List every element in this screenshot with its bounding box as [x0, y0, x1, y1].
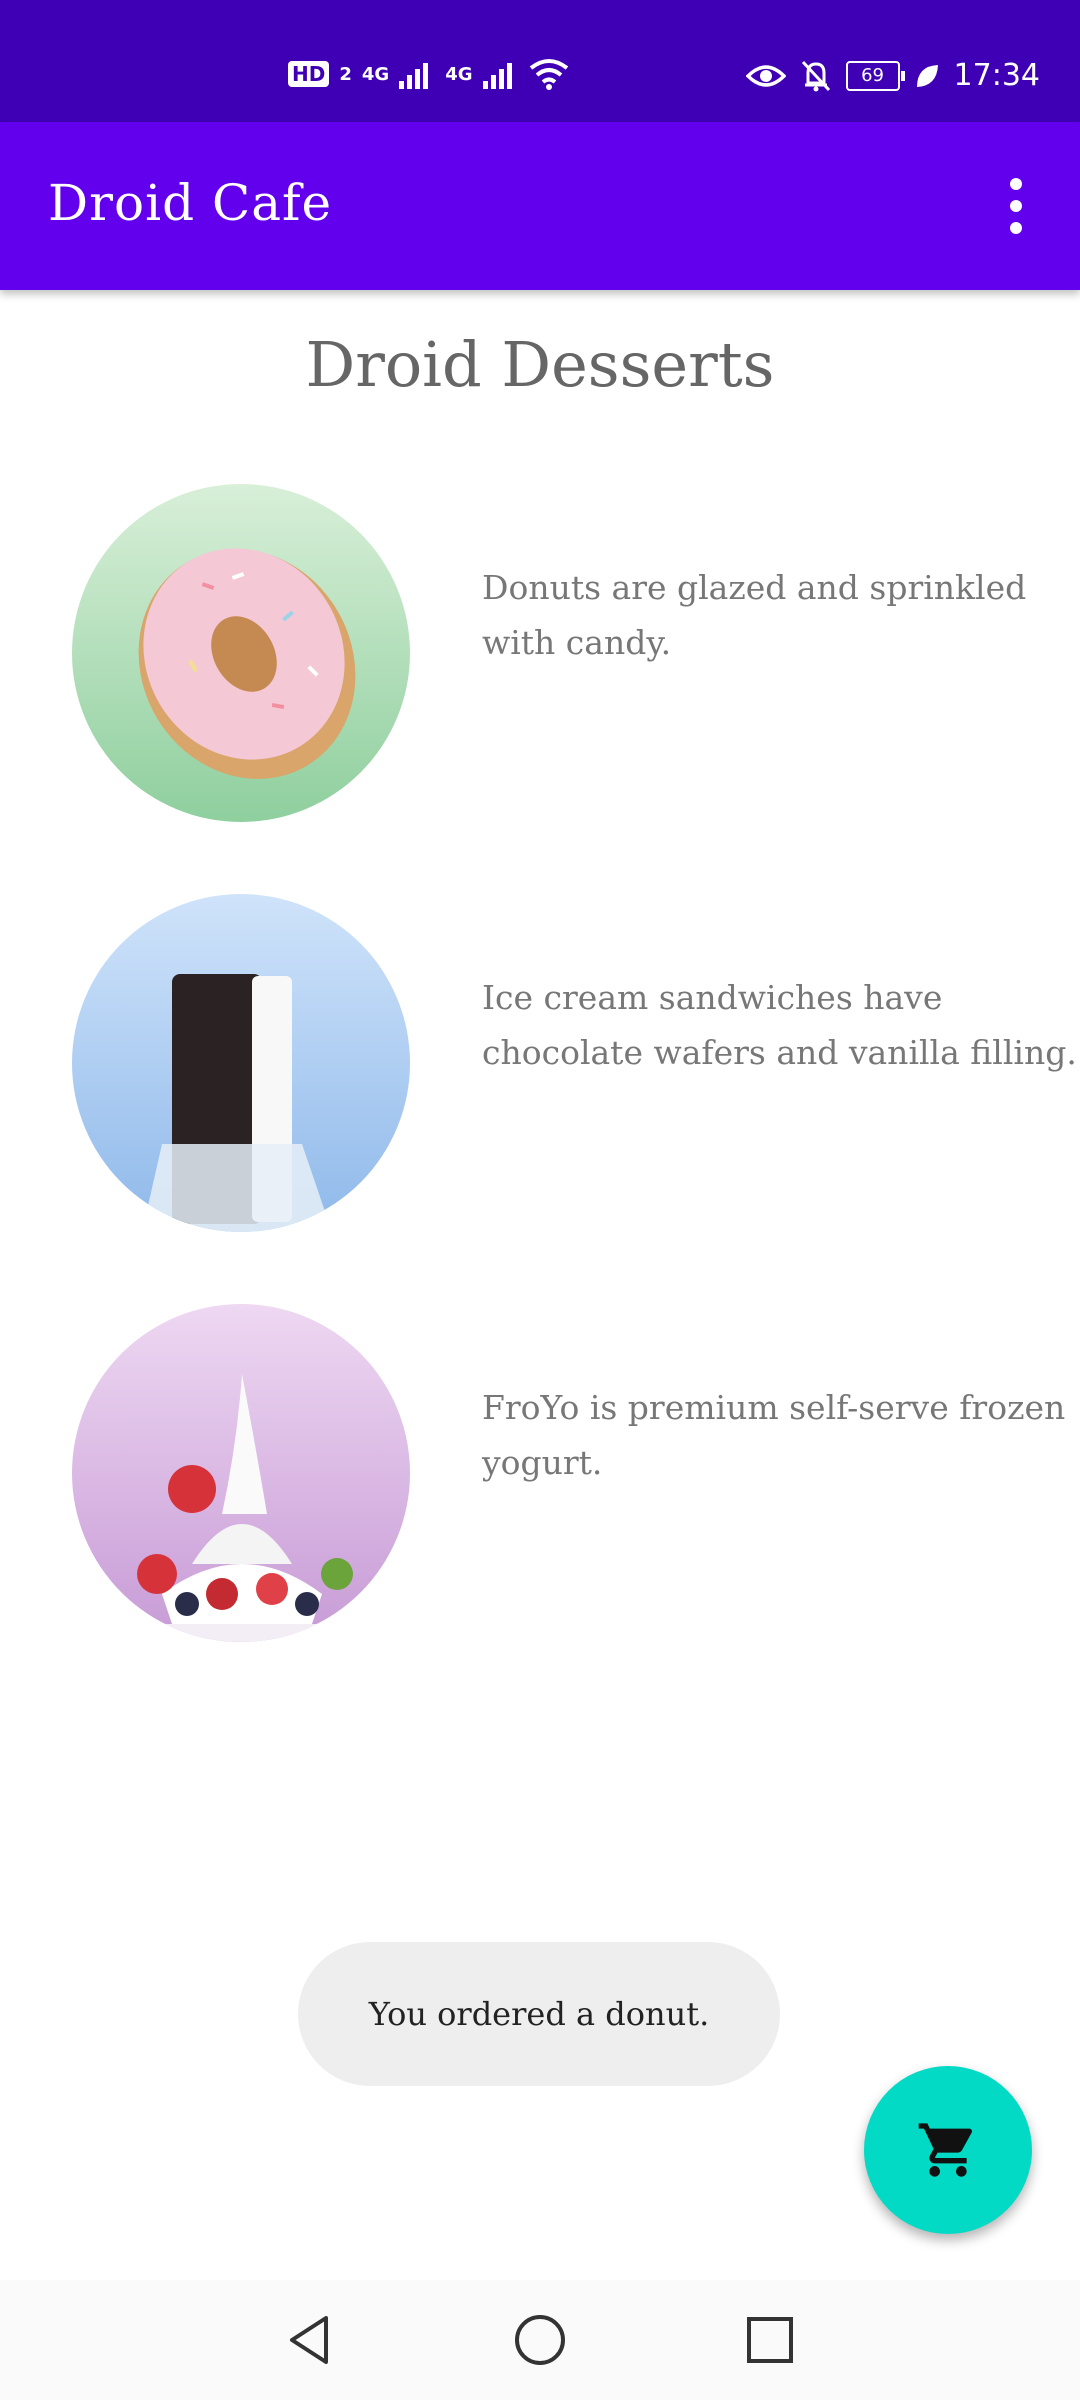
status-bar: HD 2 4G 4G 69 17:34: [0, 0, 1080, 122]
status-left: HD 2 4G 4G: [288, 58, 569, 90]
navigation-bar: [0, 2280, 1080, 2400]
app-bar: Droid Cafe: [0, 122, 1080, 290]
leaf-icon: [916, 64, 938, 87]
back-icon[interactable]: [280, 2310, 340, 2370]
ice-cream-sandwich-image[interactable]: [72, 894, 410, 1232]
signal-icon: [399, 63, 429, 89]
signal-icon: [482, 63, 512, 89]
wifi-icon: [529, 59, 568, 90]
overflow-dot: [1010, 178, 1022, 190]
sim-index: 2: [339, 63, 352, 85]
shopping-cart-icon: [918, 2123, 973, 2177]
dessert-item-donut: Donuts are glazed and sprinkled with can…: [72, 484, 1026, 824]
network-type-1: 4G: [361, 63, 390, 85]
battery-icon: 69: [845, 60, 905, 91]
page-title: Droid Desserts: [305, 328, 775, 401]
bell-off-icon: [801, 60, 830, 91]
recents-icon[interactable]: [740, 2310, 800, 2370]
donut-image[interactable]: [72, 484, 410, 822]
hd-icon: HD: [288, 61, 330, 87]
overflow-dot: [1010, 200, 1022, 212]
dessert-item-ice-cream-sandwich: Ice cream sandwiches have chocolate wafe…: [72, 894, 1077, 1234]
home-icon[interactable]: [510, 2310, 570, 2370]
clock: 17:34: [953, 58, 1040, 93]
froyo-description: FroYo is premium self-serve frozen yogur…: [482, 1388, 1066, 1482]
network-type-2: 4G: [445, 63, 473, 85]
froyo-image[interactable]: [72, 1304, 410, 1642]
dessert-item-froyo: FroYo is premium self-serve frozen yogur…: [72, 1304, 1065, 1644]
ice-cream-sandwich-description: Ice cream sandwiches have chocolate wafe…: [482, 978, 1077, 1072]
donut-description: Donuts are glazed and sprinkled with can…: [482, 568, 1027, 662]
app-title: Droid Cafe: [48, 174, 333, 232]
more-vert-icon[interactable]: [992, 178, 1040, 234]
overflow-dot: [1010, 222, 1022, 234]
status-right: 69 17:34: [745, 58, 1040, 93]
toast-message: You ordered a donut.: [298, 1942, 780, 2086]
cart-fab-button[interactable]: [864, 2066, 1032, 2234]
eye-icon: [745, 64, 786, 87]
